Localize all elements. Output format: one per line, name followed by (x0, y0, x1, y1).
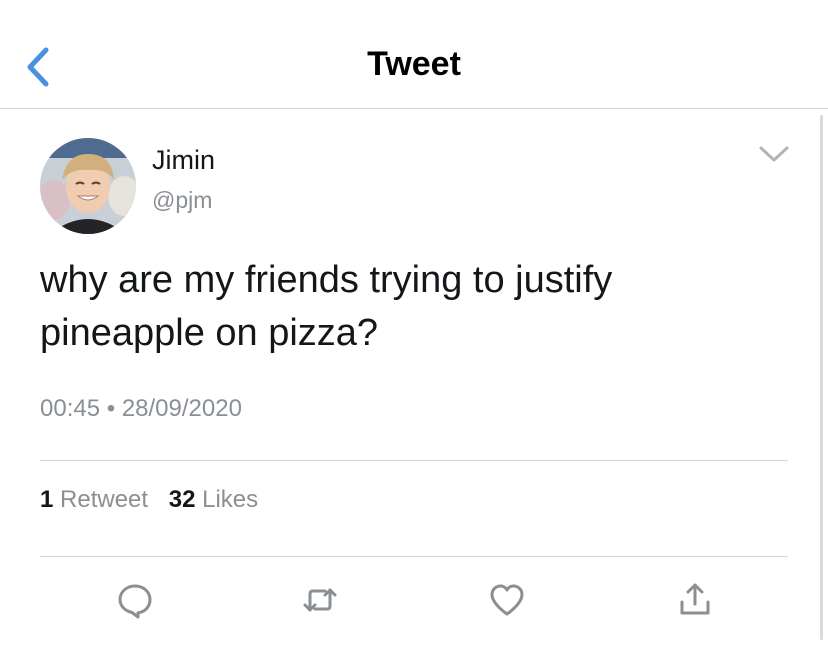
reply-button[interactable] (115, 580, 155, 620)
user-name[interactable]: Jimin (152, 145, 215, 176)
share-button[interactable] (675, 580, 715, 620)
scrollbar[interactable] (820, 115, 823, 640)
divider (40, 460, 788, 461)
tweet-stats: 1 Retweet 32 Likes (40, 486, 258, 514)
like-label: Likes (202, 486, 259, 513)
retweet-count: 1 (40, 486, 54, 513)
page-title: Tweet (367, 45, 461, 83)
avatar-image (40, 138, 136, 234)
navigation-bar: Tweet (0, 0, 828, 109)
chevron-down-icon (759, 146, 789, 162)
retweet-icon (303, 588, 337, 612)
retweet-button[interactable] (300, 580, 340, 620)
reply-icon (118, 584, 152, 619)
retweet-stat[interactable]: 1 Retweet (40, 486, 148, 513)
heart-icon (490, 584, 524, 616)
tweet-text: why are my friends trying to justify pin… (40, 254, 780, 360)
tweet-time: 00:45 (40, 395, 101, 422)
tweet-timestamp: 00:45 • 28/09/2020 (40, 395, 242, 423)
like-count: 32 (168, 486, 196, 513)
retweet-label: Retweet (60, 486, 149, 513)
tweet-date: 28/09/2020 (121, 395, 242, 422)
meta-separator: • (106, 395, 116, 422)
user-handle[interactable]: @pjm (152, 187, 212, 214)
tweet-text-line: pineapple on pizza? (40, 312, 379, 354)
divider (40, 556, 788, 557)
more-options-button[interactable] (756, 140, 792, 168)
tweet-text-line: why are my friends trying to justify (40, 259, 613, 301)
share-icon (680, 583, 710, 615)
like-stat[interactable]: 32 Likes (169, 486, 258, 513)
avatar[interactable] (40, 138, 136, 234)
like-button[interactable] (487, 580, 527, 620)
